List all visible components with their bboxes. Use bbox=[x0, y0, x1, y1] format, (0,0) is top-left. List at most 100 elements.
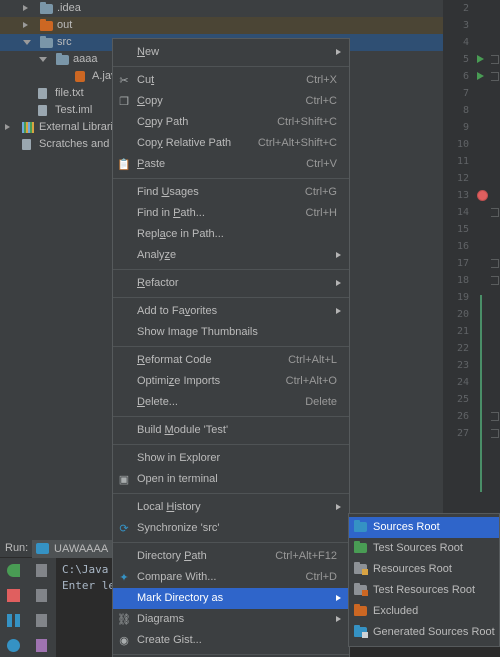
fold-marker-icon[interactable] bbox=[491, 412, 499, 421]
menu-item-diagrams[interactable]: ⛓ Diagrams bbox=[113, 609, 349, 630]
soft-wrap-button[interactable] bbox=[28, 608, 56, 633]
menu-item-copy-relative-path[interactable]: Copy Relative Path Ctrl+Alt+Shift+C bbox=[113, 133, 349, 154]
snapshot-button[interactable] bbox=[0, 633, 28, 657]
fold-marker-icon[interactable] bbox=[491, 259, 499, 268]
tree-node-out[interactable]: out bbox=[0, 17, 443, 34]
menu-item-compare-with[interactable]: ✦ Compare With... Ctrl+D bbox=[113, 567, 349, 588]
paste-icon: 📋 bbox=[117, 159, 131, 171]
menu-item-label: Cut bbox=[137, 74, 155, 86]
menu-item-directory-path[interactable]: Directory Path Ctrl+Alt+F12 bbox=[113, 546, 349, 567]
menu-item-delete[interactable]: Delete... Delete bbox=[113, 392, 349, 413]
submenu-item-test-resources-root[interactable]: Test Resources Root bbox=[349, 580, 499, 601]
chevron-right-icon[interactable] bbox=[23, 5, 28, 11]
menu-item-find-usages[interactable]: Find Usages Ctrl+G bbox=[113, 182, 349, 203]
tree-node-label: Test.iml bbox=[55, 104, 93, 116]
rerun-button[interactable] bbox=[0, 558, 28, 583]
menu-item-shortcut: Ctrl+H bbox=[305, 207, 337, 219]
folder-icon bbox=[40, 36, 53, 48]
menu-item-label: Show in Explorer bbox=[137, 452, 221, 464]
submenu-item-resources-root[interactable]: Resources Root bbox=[349, 559, 499, 580]
context-menu[interactable]: New ✂ Cut Ctrl+X ❐ Copy Ctrl+C Copy Path Ctrl+Sh… bbox=[112, 38, 350, 657]
submenu-arrow-icon bbox=[336, 595, 341, 601]
gutter-line: 9 bbox=[462, 122, 469, 133]
menu-item-label: Create Gist... bbox=[137, 634, 202, 646]
run-configuration-tab[interactable]: UAWAAAA bbox=[32, 540, 115, 558]
menu-item-label: Build Module 'Test' bbox=[137, 424, 229, 436]
menu-item-label: Add to Favorites bbox=[137, 305, 218, 317]
run-label: Run: bbox=[5, 542, 29, 554]
submenu-item-sources-root[interactable]: Sources Root bbox=[349, 517, 499, 538]
menu-item-open-in-terminal[interactable]: ▣ Open in terminal bbox=[113, 469, 349, 490]
menu-item-local-history[interactable]: Local History bbox=[113, 497, 349, 518]
gutter-line: 3 bbox=[462, 20, 469, 31]
vcs-change-bar bbox=[480, 295, 482, 492]
gutter-line: 21 bbox=[456, 326, 469, 337]
scroll-to-end-button[interactable] bbox=[28, 633, 56, 657]
compare-icon: ✦ bbox=[119, 572, 129, 584]
folder-sources-icon bbox=[354, 520, 367, 532]
gutter-line: 16 bbox=[456, 241, 469, 252]
menu-item-mark-directory-as[interactable]: Mark Directory as bbox=[113, 588, 349, 609]
icon-glyph bbox=[7, 614, 20, 627]
scroll-up-button[interactable] bbox=[28, 558, 56, 583]
gutter-line: 22 bbox=[456, 343, 469, 354]
menu-item-show-image-thumbnails[interactable]: Show Image Thumbnails bbox=[113, 322, 349, 343]
gutter-line: 24 bbox=[456, 377, 469, 388]
gutter-line: 8 bbox=[462, 105, 469, 116]
menu-item-replace-in-path[interactable]: Replace in Path... bbox=[113, 224, 349, 245]
menu-item-shortcut: Delete bbox=[305, 396, 337, 408]
menu-item-add-to-favorites[interactable]: Add to Favorites bbox=[113, 301, 349, 322]
menu-item-analyze[interactable]: Analyze bbox=[113, 245, 349, 266]
menu-item-build-module-test[interactable]: Build Module 'Test' bbox=[113, 420, 349, 441]
mark-directory-as-submenu[interactable]: Sources Root Test Sources Root Resources R… bbox=[348, 513, 500, 647]
menu-item-label: Replace in Path... bbox=[137, 228, 224, 240]
menu-item-find-in-path[interactable]: Find in Path... Ctrl+H bbox=[113, 203, 349, 224]
editor-gutter[interactable]: 2 3 4 5 6 7 8 9 10 11 12 13 14 15 16 17 18 19 20 21 22 23 24 25… bbox=[443, 0, 500, 540]
fold-marker-icon[interactable] bbox=[491, 55, 499, 64]
pause-button[interactable] bbox=[0, 608, 28, 633]
submenu-item-label: Generated Sources Root bbox=[373, 626, 495, 638]
menu-item-show-in-explorer[interactable]: Show in Explorer bbox=[113, 448, 349, 469]
menu-item-shortcut: Ctrl+G bbox=[304, 186, 337, 198]
menu-item-new[interactable]: New bbox=[113, 42, 349, 63]
fold-marker-icon[interactable] bbox=[491, 208, 499, 217]
menu-separator bbox=[113, 178, 349, 179]
submenu-item-generated-sources-root[interactable]: Generated Sources Root bbox=[349, 622, 499, 643]
run-toolbar-right[interactable] bbox=[28, 558, 56, 657]
stop-button[interactable] bbox=[0, 583, 28, 608]
chevron-down-icon[interactable] bbox=[23, 40, 31, 45]
menu-item-synchronize-src[interactable]: ⟳ Synchronize 'src' bbox=[113, 518, 349, 539]
menu-item-copy[interactable]: ❐ Copy Ctrl+C bbox=[113, 91, 349, 112]
diagrams-icon: ⛓ bbox=[117, 614, 131, 626]
run-toolbar-left[interactable] bbox=[0, 558, 28, 657]
menu-item-create-gist[interactable]: ◉ Create Gist... bbox=[113, 630, 349, 651]
menu-item-optimize-imports[interactable]: Optimize Imports Ctrl+Alt+O bbox=[113, 371, 349, 392]
submenu-arrow-icon bbox=[336, 308, 341, 314]
submenu-arrow-icon bbox=[336, 49, 341, 55]
submenu-item-excluded[interactable]: Excluded bbox=[349, 601, 499, 622]
chevron-down-icon[interactable] bbox=[39, 57, 47, 62]
menu-item-label: Copy Path bbox=[137, 116, 189, 128]
fold-marker-icon[interactable] bbox=[491, 429, 499, 438]
menu-item-copy-path[interactable]: Copy Path Ctrl+Shift+C bbox=[113, 112, 349, 133]
gutter-line: 26 bbox=[443, 408, 500, 425]
run-tab-label: UAWAAAA bbox=[54, 543, 109, 555]
scroll-down-button[interactable] bbox=[28, 583, 56, 608]
tree-node-label: file.txt bbox=[55, 87, 84, 99]
run-gutter-icon[interactable] bbox=[477, 72, 484, 80]
icon-glyph bbox=[36, 639, 47, 652]
menu-item-cut[interactable]: ✂ Cut Ctrl+X bbox=[113, 70, 349, 91]
menu-item-reformat-code[interactable]: Reformat Code Ctrl+Alt+L bbox=[113, 350, 349, 371]
menu-item-refactor[interactable]: Refactor bbox=[113, 273, 349, 294]
breakpoint-icon[interactable] bbox=[477, 190, 488, 201]
module-file-icon bbox=[38, 105, 47, 116]
fold-marker-icon[interactable] bbox=[491, 72, 499, 81]
run-gutter-icon[interactable] bbox=[477, 55, 484, 63]
fold-marker-icon[interactable] bbox=[491, 276, 499, 285]
chevron-right-icon[interactable] bbox=[5, 124, 10, 130]
tree-node-idea[interactable]: .idea bbox=[0, 0, 443, 17]
menu-item-paste[interactable]: 📋 Paste Ctrl+V bbox=[113, 154, 349, 175]
submenu-item-test-sources-root[interactable]: Test Sources Root bbox=[349, 538, 499, 559]
chevron-right-icon[interactable] bbox=[23, 22, 28, 28]
folder-badge-icon bbox=[362, 569, 368, 575]
